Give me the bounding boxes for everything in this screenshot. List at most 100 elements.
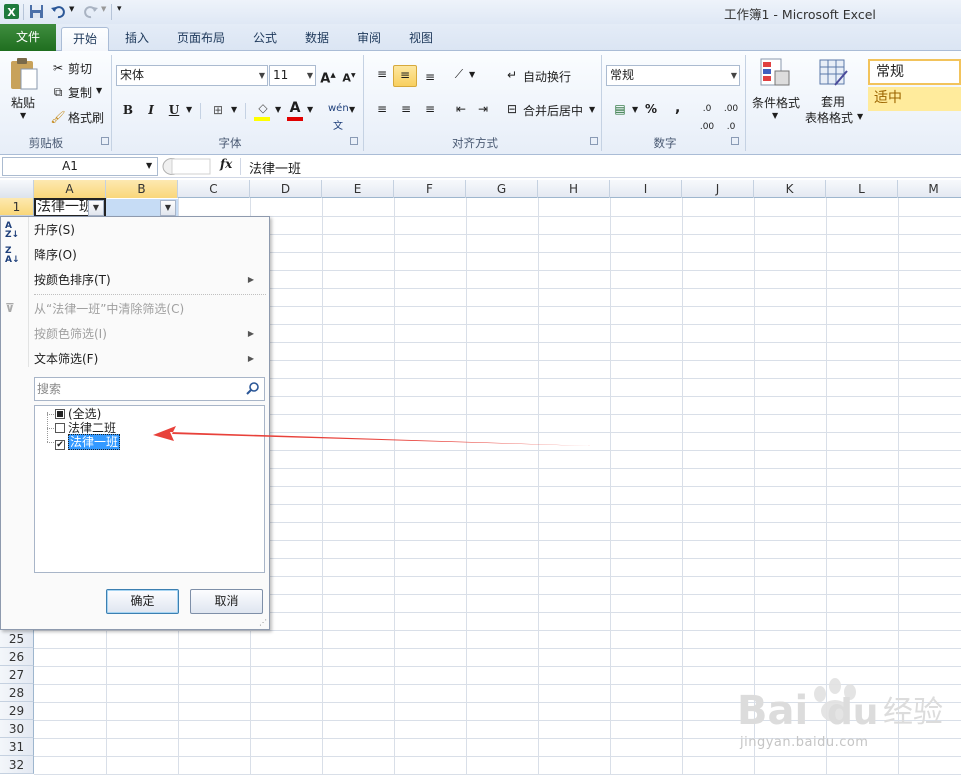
sort-by-color-item[interactable]: 按颜色排序(T) ▶ [34, 269, 262, 291]
accounting-format-icon[interactable]: ▤ [610, 100, 630, 118]
accounting-dropdown-icon[interactable]: ▼ [632, 105, 638, 114]
cancel-button[interactable]: 取消 [190, 589, 263, 614]
merge-dropdown-icon[interactable]: ▼ [589, 105, 595, 114]
filter-by-color-item[interactable]: 按颜色筛选(I) ▶ [34, 323, 262, 345]
conditional-format-icon[interactable] [759, 57, 791, 89]
checkbox-select-all[interactable] [55, 409, 65, 419]
phonetic-dropdown-icon[interactable]: ▼ [349, 105, 355, 114]
increase-indent-icon[interactable]: ⇥ [473, 100, 493, 118]
tab-home[interactable]: 开始 [61, 27, 109, 52]
row-header-28[interactable]: 28 [0, 684, 34, 702]
grow-font-icon[interactable]: A▲ [320, 66, 336, 88]
checkbox-law-class-2[interactable] [55, 423, 65, 433]
column-header-b[interactable]: B [106, 180, 178, 198]
paste-button-label[interactable]: 粘贴 [11, 94, 35, 111]
row-header-25[interactable]: 25 [0, 630, 34, 648]
align-bottom-icon[interactable]: ≡ [419, 68, 441, 86]
conditional-dropdown-icon[interactable]: ▼ [772, 111, 778, 120]
wrap-text-icon[interactable]: ↵ [503, 66, 521, 84]
font-launcher-icon[interactable] [350, 137, 358, 145]
italic-icon[interactable]: I [143, 101, 159, 119]
column-header-g[interactable]: G [466, 180, 538, 198]
align-top-icon[interactable]: ≡ [371, 65, 393, 83]
format-painter-button[interactable]: 格式刷 [68, 109, 104, 126]
formula-input[interactable]: 法律一班 [249, 158, 301, 177]
column-header-a[interactable]: A [34, 180, 106, 198]
tab-data[interactable]: 数据 [294, 27, 340, 51]
customize-qat-icon[interactable]: ▾ [117, 4, 122, 14]
row-header-32[interactable]: 32 [0, 756, 34, 774]
redo-icon[interactable] [82, 3, 99, 20]
filter-dropdown-b1[interactable]: ▼ [160, 200, 176, 216]
filter-item-select-all[interactable]: (全选) [55, 407, 101, 421]
sort-ascending-item[interactable]: 升序(S) [34, 219, 75, 241]
tab-file[interactable]: 文件 [0, 24, 56, 51]
orientation-dropdown-icon[interactable]: ▼ [469, 70, 475, 79]
font-color-icon[interactable]: A [287, 99, 303, 117]
decrease-indent-icon[interactable]: ⇤ [451, 100, 471, 118]
row-header-31[interactable]: 31 [0, 738, 34, 756]
redo-dropdown-icon[interactable]: ▼ [101, 5, 106, 13]
font-color-dropdown-icon[interactable]: ▼ [307, 105, 313, 114]
column-header-l[interactable]: L [826, 180, 898, 198]
align-left-icon[interactable]: ≡ [371, 100, 393, 118]
filter-dropdown-a1[interactable]: ▼ [88, 200, 104, 216]
column-header-h[interactable]: H [538, 180, 610, 198]
phonetic-icon[interactable]: wén 文 [328, 100, 349, 136]
increase-decimal-icon[interactable]: .0.00 [697, 100, 717, 136]
border-icon[interactable]: ⊞ [210, 101, 226, 119]
search-icon[interactable] [246, 381, 260, 395]
copy-icon[interactable]: ⧉ [50, 83, 66, 101]
column-header-d[interactable]: D [250, 180, 322, 198]
tab-insert[interactable]: 插入 [114, 27, 160, 51]
merge-center-button[interactable]: 合并后居中 [523, 102, 583, 119]
cell-style-neutral[interactable]: 适中 [868, 87, 961, 111]
checkbox-law-class-1[interactable]: ✔ [55, 440, 65, 450]
alignment-launcher-icon[interactable] [590, 137, 598, 145]
tab-review[interactable]: 审阅 [346, 27, 392, 51]
formula-bar-splitter[interactable] [162, 157, 212, 176]
cut-icon[interactable]: ✂ [50, 59, 66, 77]
row-header-1[interactable]: 1 [0, 198, 34, 216]
merge-center-icon[interactable]: ⊟ [503, 100, 521, 118]
filter-item-law-class-2[interactable]: 法律二班 [55, 421, 116, 435]
clipboard-launcher-icon[interactable] [101, 137, 109, 145]
column-header-f[interactable]: F [394, 180, 466, 198]
tab-page-layout[interactable]: 页面布局 [168, 27, 234, 51]
undo-icon[interactable] [50, 3, 67, 20]
format-painter-icon[interactable]: 🖌 [50, 108, 66, 126]
fill-color-icon[interactable]: ◇ [254, 99, 272, 117]
column-header-e[interactable]: E [322, 180, 394, 198]
paste-icon[interactable] [8, 57, 40, 93]
wrap-text-button[interactable]: 自动换行 [523, 68, 571, 85]
name-box-dropdown-icon[interactable]: ▼ [146, 156, 152, 175]
copy-dropdown-icon[interactable]: ▼ [96, 86, 102, 95]
align-center-icon[interactable]: ≡ [395, 100, 417, 118]
align-right-icon[interactable]: ≡ [419, 100, 441, 118]
resize-grip-icon[interactable]: ⋰ [259, 618, 267, 627]
save-icon[interactable] [28, 3, 45, 20]
format-as-table-label-2[interactable]: 表格格式 [805, 109, 853, 126]
orientation-icon[interactable]: ⟋ [449, 65, 469, 83]
undo-dropdown-icon[interactable]: ▼ [69, 5, 74, 13]
column-header-c[interactable]: C [178, 180, 250, 198]
filter-values-list[interactable]: (全选) 法律二班 ✔ 法律一班 [34, 405, 265, 573]
tab-view[interactable]: 视图 [398, 27, 444, 51]
bold-icon[interactable]: B [120, 101, 136, 119]
paste-dropdown-icon[interactable]: ▼ [20, 111, 26, 120]
tab-formulas[interactable]: 公式 [242, 27, 288, 51]
column-header-j[interactable]: J [682, 180, 754, 198]
row-header-30[interactable]: 30 [0, 720, 34, 738]
percent-style-button[interactable]: % [645, 102, 657, 116]
comma-style-button[interactable]: , [675, 100, 680, 116]
sort-descending-item[interactable]: 降序(O) [34, 244, 77, 266]
underline-icon[interactable]: U [166, 101, 182, 119]
font-name-select[interactable]: 宋体 ▼ [116, 65, 268, 86]
text-filter-item[interactable]: 文本筛选(F) ▶ [34, 348, 262, 370]
row-header-26[interactable]: 26 [0, 648, 34, 666]
fill-color-dropdown-icon[interactable]: ▼ [275, 105, 281, 114]
copy-button[interactable]: 复制 [68, 84, 92, 101]
name-box[interactable]: A1 [2, 157, 158, 176]
format-as-table-dropdown-icon[interactable]: ▼ [857, 112, 863, 121]
row-header-29[interactable]: 29 [0, 702, 34, 720]
